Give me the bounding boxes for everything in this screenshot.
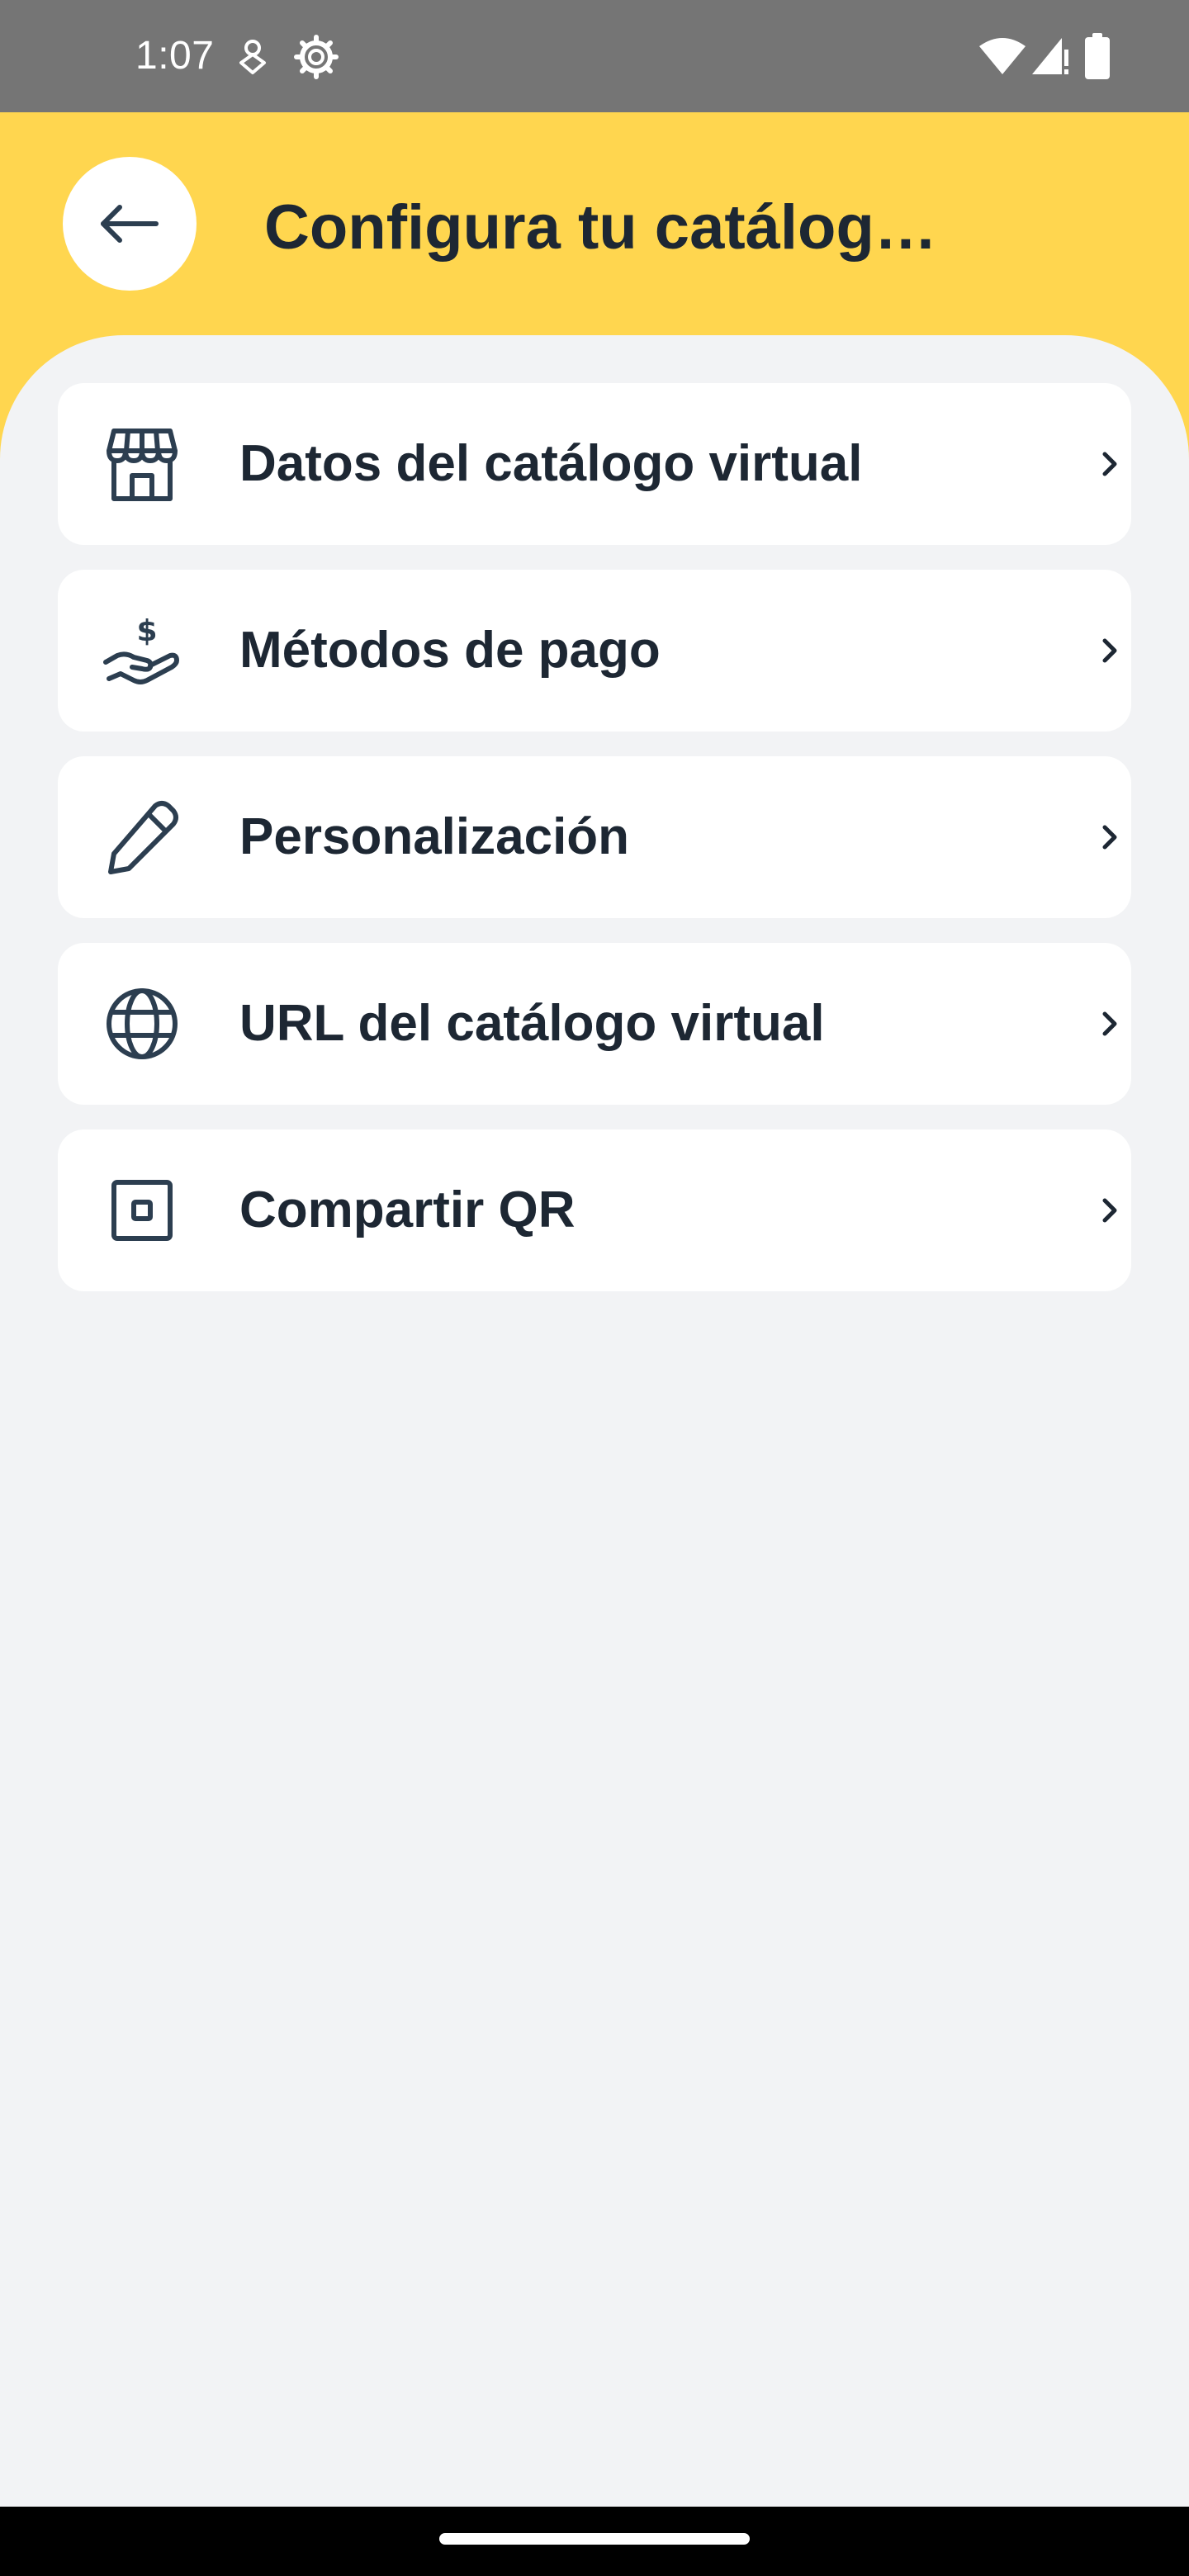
back-button[interactable]	[63, 157, 197, 291]
qr-icon	[111, 1180, 173, 1241]
menu-item-catalog-data[interactable]: Datos del catálogo virtual	[58, 383, 1131, 545]
signal-icon	[1032, 38, 1068, 74]
pencil-icon	[108, 801, 178, 874]
chevron-right-icon	[1102, 638, 1117, 663]
content-sheet: Datos del catálogo virtual $ Métodos de …	[0, 335, 1189, 2507]
chevron-right-icon	[1102, 452, 1117, 476]
chevron-right-icon	[1102, 1011, 1117, 1036]
wifi-icon	[979, 38, 1026, 74]
arrow-left-icon	[101, 205, 159, 243]
menu-item-payment-methods[interactable]: $ Métodos de pago	[58, 570, 1131, 732]
menu-item-personalization[interactable]: Personalización	[58, 756, 1131, 918]
battery-icon	[1085, 33, 1110, 79]
menu-item-share-qr[interactable]: Compartir QR	[58, 1129, 1131, 1291]
menu-item-label: Datos del catálogo virtual	[239, 435, 863, 492]
storefront-icon	[107, 429, 178, 501]
home-indicator[interactable]	[439, 2533, 750, 2545]
menu-item-label: Métodos de pago	[239, 622, 661, 679]
page-title: Configura tu catálog…	[264, 192, 937, 263]
menu-item-label: Personalización	[239, 808, 630, 865]
status-time: 1:07	[135, 34, 215, 78]
navigation-bar	[0, 2507, 1189, 2576]
menu-item-catalog-url[interactable]: URL del catálogo virtual	[58, 943, 1131, 1105]
notification-icon	[239, 40, 266, 74]
svg-text:$: $	[136, 614, 157, 648]
status-bar: 1:07	[0, 0, 1189, 112]
settings-icon	[294, 35, 339, 79]
chevron-right-icon	[1102, 825, 1117, 850]
menu-item-label: Compartir QR	[239, 1181, 576, 1238]
payment-hand-icon: $	[103, 614, 179, 684]
chevron-right-icon	[1102, 1198, 1117, 1223]
globe-icon	[107, 988, 178, 1059]
menu-item-label: URL del catálogo virtual	[239, 995, 825, 1052]
